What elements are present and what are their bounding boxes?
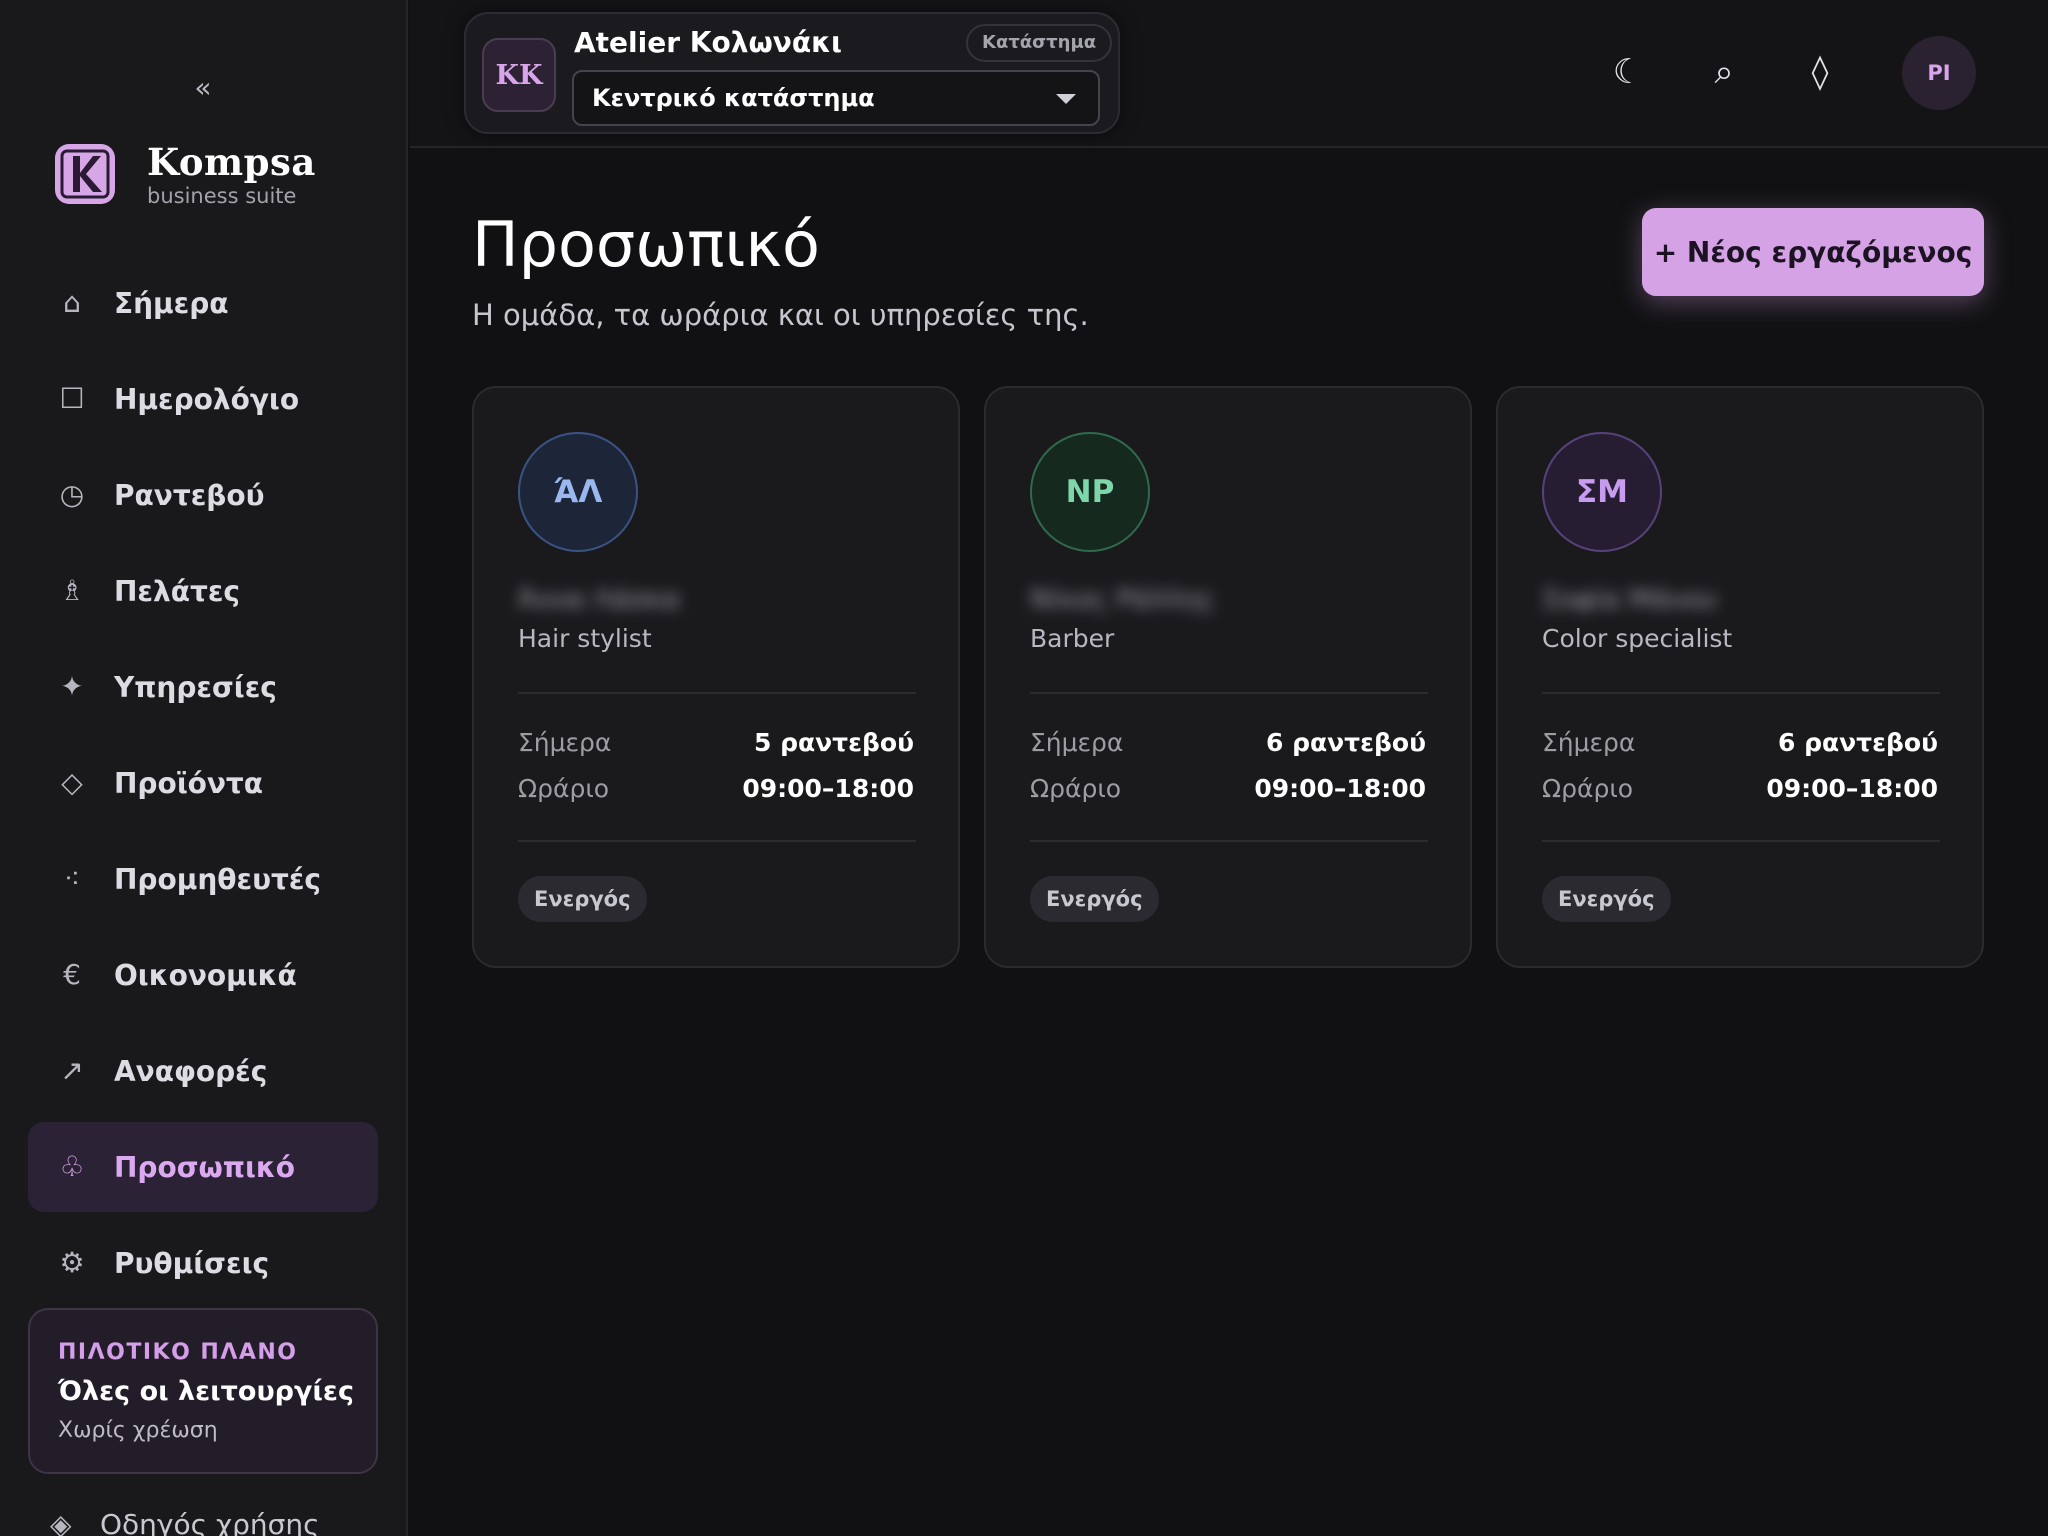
search-icon[interactable]: ⌕: [1700, 48, 1748, 96]
staff-avatar: NP: [1030, 432, 1150, 552]
plan-eyebrow: ΠΙΛΟΤΙΚΟ ΠΛΑΝΟ: [58, 1340, 298, 1365]
today-value: 6 ραντεβού: [1265, 728, 1426, 757]
brand-subtitle: business suite: [147, 184, 297, 208]
dots-icon: ⁖: [63, 862, 81, 895]
sidebar-item-suppliers[interactable]: ⁖ Προμηθευτές: [28, 834, 378, 924]
sidebar-item-label: Αναφορές: [114, 1055, 268, 1088]
calendar-icon: ☐: [59, 382, 85, 415]
staff-name: Σοφία Μάνου: [1542, 584, 1718, 615]
status-badge: Ενεργός: [1542, 876, 1671, 922]
today-value: 5 ραντεβού: [753, 728, 914, 757]
brand-logo-icon: [55, 144, 115, 204]
guide-icon: ◈: [50, 1508, 72, 1536]
page-title: Προσωπικό: [472, 208, 820, 281]
store-name: Atelier Κολωνάκι: [574, 26, 842, 59]
sidebar-item-label: Προϊόντα: [114, 767, 264, 800]
plan-card[interactable]: ΠΙΛΟΤΙΚΟ ΠΛΑΝΟ Όλες οι λειτουργίες Χωρίς…: [28, 1308, 378, 1474]
store-avatar: KK: [482, 38, 556, 112]
store-type-badge: Κατάστημα: [966, 24, 1113, 62]
today-label: Σήμερα: [1030, 728, 1124, 757]
sidebar-item-settings[interactable]: ⚙ Ρυθμίσεις: [28, 1218, 378, 1308]
sidebar-item-services[interactable]: ✦ Υπηρεσίες: [28, 642, 378, 732]
sidebar-item-today[interactable]: ⌂ Σήμερα: [28, 258, 378, 348]
sidebar-item-label: Οικονομικά: [114, 959, 297, 992]
sidebar-item-clients[interactable]: ♗ Πελάτες: [28, 546, 378, 636]
sidebar-item-appointments[interactable]: ◷ Ραντεβού: [28, 450, 378, 540]
divider: [518, 692, 916, 694]
sidebar-item-label: Σήμερα: [114, 287, 229, 320]
staff-name: Άννα Λάσκα: [518, 584, 681, 615]
gear-icon: ⚙: [59, 1246, 85, 1279]
status-badge: Ενεργός: [518, 876, 647, 922]
sidebar-item-label: Προμηθευτές: [114, 863, 322, 896]
sparkle-icon: ✦: [60, 670, 84, 703]
sidebar-item-staff[interactable]: ♧ Προσωπικό: [28, 1122, 378, 1212]
hours-label: Ωράριο: [1542, 774, 1634, 803]
clock-icon: ◷: [59, 478, 85, 511]
user-avatar[interactable]: PI: [1902, 36, 1976, 110]
sidebar-item-reports[interactable]: ↗ Αναφορές: [28, 1026, 378, 1116]
euro-icon: €: [63, 958, 81, 991]
divider: [1030, 840, 1428, 842]
divider: [518, 840, 916, 842]
sidebar-item-products[interactable]: ◇ Προϊόντα: [28, 738, 378, 828]
diamond-icon: ◇: [61, 766, 83, 799]
today-value: 6 ραντεβού: [1777, 728, 1938, 757]
staff-role: Barber: [1030, 624, 1115, 653]
today-label: Σήμερα: [518, 728, 612, 757]
sidebar-item-label: Ημερολόγιο: [114, 383, 300, 416]
plan-subtitle: Χωρίς χρέωση: [58, 1418, 218, 1443]
staff-avatar: ΣΜ: [1542, 432, 1662, 552]
brand-name: Kompsa: [147, 140, 316, 184]
store-select-value: Κεντρικό κατάστημα: [592, 84, 875, 112]
staff-card[interactable]: ΣΜ Σοφία Μάνου Color specialist Σήμερα 6…: [1496, 386, 1984, 968]
sidebar-item-label: Υπηρεσίες: [114, 671, 277, 704]
collapse-sidebar-button[interactable]: «: [186, 68, 220, 108]
sidebar: « Kompsa business suite ⌂ Σήμερα ☐ Ημερο…: [0, 0, 408, 1536]
plan-title: Όλες οι λειτουργίες: [58, 1376, 354, 1407]
staff-card[interactable]: ΆΛ Άννα Λάσκα Hair stylist Σήμερα 5 ραντ…: [472, 386, 960, 968]
divider: [1030, 692, 1428, 694]
staff-card[interactable]: NP Νίκος Ράλλης Barber Σήμερα 6 ραντεβού…: [984, 386, 1472, 968]
sidebar-item-label: Ρυθμίσεις: [114, 1247, 270, 1280]
topbar: KK Atelier Κολωνάκι Κατάστημα Κεντρικό κ…: [410, 0, 2048, 148]
person-icon: ♗: [59, 574, 85, 607]
divider: [1542, 840, 1940, 842]
user-guide-link[interactable]: ◈ Οδηγός χρήσης: [50, 1508, 320, 1536]
chevron-down-icon: [1056, 94, 1076, 104]
staff-role: Color specialist: [1542, 624, 1733, 653]
hours-label: Ωράριο: [518, 774, 610, 803]
hours-value: 09:00–18:00: [742, 774, 914, 803]
staff-name: Νίκος Ράλλης: [1030, 584, 1216, 615]
store-select[interactable]: Κεντρικό κατάστημα: [572, 70, 1100, 126]
status-badge: Ενεργός: [1030, 876, 1159, 922]
new-employee-button[interactable]: + Νέος εργαζόμενος: [1642, 208, 1984, 296]
sidebar-item-label: Ραντεβού: [114, 479, 265, 512]
sidebar-item-label: Προσωπικό: [114, 1151, 296, 1184]
today-label: Σήμερα: [1542, 728, 1636, 757]
hours-value: 09:00–18:00: [1766, 774, 1938, 803]
sidebar-item-label: Πελάτες: [114, 575, 241, 608]
club-icon: ♧: [59, 1150, 85, 1183]
staff-cards: ΆΛ Άννα Λάσκα Hair stylist Σήμερα 5 ραντ…: [472, 386, 1984, 968]
user-guide-label: Οδηγός χρήσης: [100, 1508, 320, 1536]
divider: [1542, 692, 1940, 694]
hours-label: Ωράριο: [1030, 774, 1122, 803]
arrow-up-right-icon: ↗: [60, 1054, 84, 1087]
home-icon: ⌂: [63, 286, 81, 319]
diamond-icon[interactable]: ◊: [1796, 48, 1844, 96]
moon-icon[interactable]: ☾: [1604, 48, 1652, 96]
sidebar-item-finance[interactable]: € Οικονομικά: [28, 930, 378, 1020]
sidebar-item-calendar[interactable]: ☐ Ημερολόγιο: [28, 354, 378, 444]
staff-role: Hair stylist: [518, 624, 652, 653]
store-switcher: KK Atelier Κολωνάκι Κατάστημα Κεντρικό κ…: [464, 12, 1120, 134]
staff-avatar: ΆΛ: [518, 432, 638, 552]
sidebar-nav: ⌂ Σήμερα ☐ Ημερολόγιο ◷ Ραντεβού ♗ Πελάτ…: [28, 258, 378, 1314]
page-subtitle: Η ομάδα, τα ωράρια και οι υπηρεσίες της.: [472, 298, 1089, 332]
hours-value: 09:00–18:00: [1254, 774, 1426, 803]
